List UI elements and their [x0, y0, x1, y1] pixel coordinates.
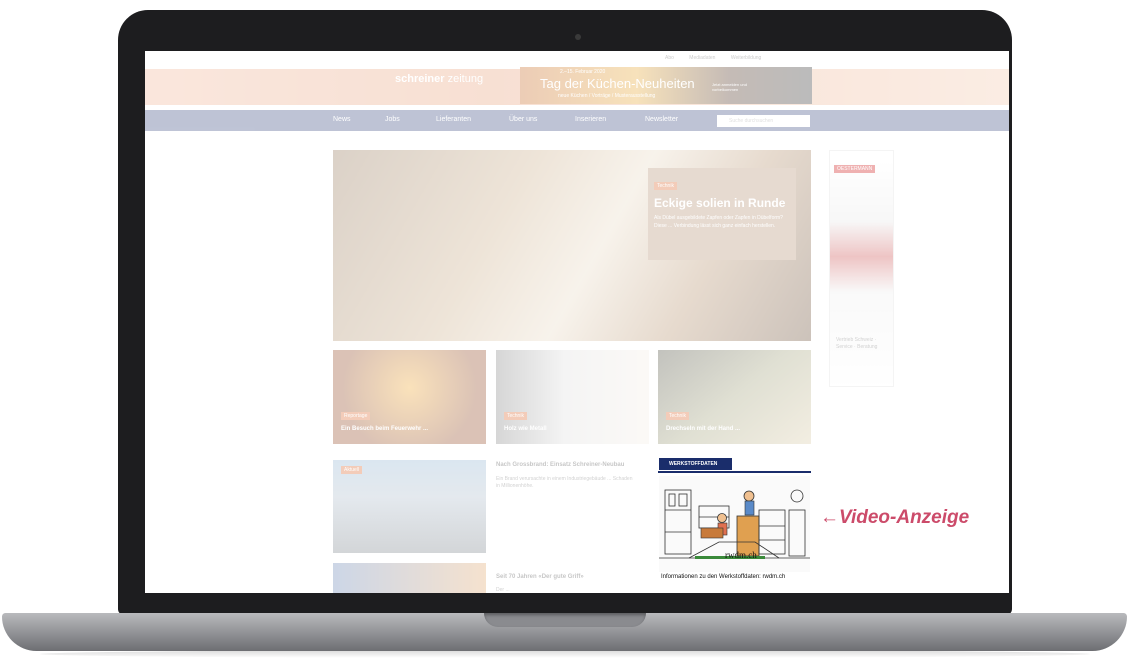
article-text-1: Ein Brand verursachte in einem Industrie… — [496, 476, 633, 489]
sidebar-ad[interactable]: OESTERMANN Vertrieb Schweiz · Service · … — [829, 150, 894, 387]
sidebar-ad-text: Vertrieb Schweiz · Service · Beratung — [836, 337, 878, 350]
ad-header: WERKSTOFFDATEN — [658, 457, 811, 473]
thumb-caption: Drechseln mit der Hand ... — [666, 426, 741, 432]
logo-text: schreiner — [395, 73, 445, 85]
nav-inserieren[interactable]: Inserieren — [575, 116, 606, 123]
hero-tag: Technik — [654, 182, 677, 190]
laptop-notch — [484, 613, 646, 627]
thumb-tag: Reportage — [341, 412, 371, 420]
nav-jobs[interactable]: Jobs — [385, 116, 400, 123]
banner-date: 2.–15. Februar 2020 — [560, 69, 606, 75]
ad-caption-link[interactable]: Informationen zu den Werkstoffdaten: rwd… — [661, 574, 785, 580]
thumb-caption: Holz wie Metall — [504, 426, 547, 432]
main-nav: News Jobs Lieferanten Über uns Inseriere… — [145, 110, 1009, 131]
top-nav: Abo Mediadaten Weiterbildung — [665, 55, 775, 61]
ad-illustration[interactable]: rwdm.ch — [659, 476, 810, 572]
article-image-1[interactable]: Aktuell — [333, 460, 486, 553]
thumb-article-2[interactable]: Technik Holz wie Metall — [496, 350, 649, 444]
hero-article[interactable]: Technik Eckige solien in Runde Als Dübel… — [333, 150, 811, 341]
laptop-shadow — [40, 650, 1090, 658]
sidebar-ad-logo: OESTERMANN — [834, 165, 876, 173]
thumb-caption: Ein Besuch beim Feuerwehr ... — [341, 426, 429, 432]
hero-box: Technik Eckige solien in Runde Als Dübel… — [648, 168, 796, 260]
top-nav-abo[interactable]: Abo — [665, 55, 674, 61]
video-ad-panel[interactable]: WERKSTOFFDATEN rwdm.ch Informationen zu … — [658, 457, 811, 583]
search-input[interactable]: Suche durchsuchen — [717, 115, 810, 127]
nav-newsletter[interactable]: Newsletter — [645, 116, 678, 123]
workshop-drawing: rwdm.ch — [659, 489, 810, 560]
top-nav-mediadaten[interactable]: Mediadaten — [689, 55, 715, 61]
article-tag: Aktuell — [341, 466, 363, 474]
article-title-1[interactable]: Nach Grossbrand: Einsatz Schreiner-Neuba… — [496, 462, 624, 468]
article-text-2: Der ... — [496, 587, 510, 593]
banner-sub: neue Küchen / Vorträge / Musterausstellu… — [558, 93, 656, 99]
logo-suffix: zeitung — [447, 73, 484, 85]
header-banner-ad[interactable]: 2.–15. Februar 2020 Tag der Küchen-Neuhe… — [520, 67, 812, 104]
ad-brand: rwdm.ch — [725, 550, 757, 560]
thumb-tag: Technik — [666, 412, 689, 420]
site-logo[interactable]: schreiner zeitung — [395, 73, 483, 85]
banner-headline: Tag der Küchen-Neuheiten — [540, 76, 695, 91]
video-ad-label: Video-Anzeige — [839, 507, 970, 528]
hero-text: Als Dübel ausgebildete Zapfen oder Zapfe… — [654, 215, 783, 229]
thumb-article-1[interactable]: Reportage Ein Besuch beim Feuerwehr ... — [333, 350, 486, 444]
top-nav-weiterbildung[interactable]: Weiterbildung — [731, 55, 761, 61]
ad-tab: WERKSTOFFDATEN — [659, 458, 732, 470]
article-image-2[interactable] — [333, 563, 486, 593]
banner-right: Jetzt anmelden und vorbeikommen — [712, 82, 747, 92]
nav-ueber-uns[interactable]: Über uns — [509, 116, 537, 123]
video-ad-annotation: ←Video-Anzeige — [820, 507, 969, 529]
camera — [575, 34, 581, 40]
nav-lieferanten[interactable]: Lieferanten — [436, 116, 471, 123]
hero-title: Eckige solien in Runde — [654, 196, 786, 210]
thumb-tag: Technik — [504, 412, 527, 420]
nav-news[interactable]: News — [333, 116, 351, 123]
arrow-left-icon: ← — [820, 507, 839, 528]
thumb-article-3[interactable]: Technik Drechseln mit der Hand ... — [658, 350, 811, 444]
article-title-2[interactable]: Seit 70 Jahren «Der gute Griff» — [496, 574, 584, 580]
